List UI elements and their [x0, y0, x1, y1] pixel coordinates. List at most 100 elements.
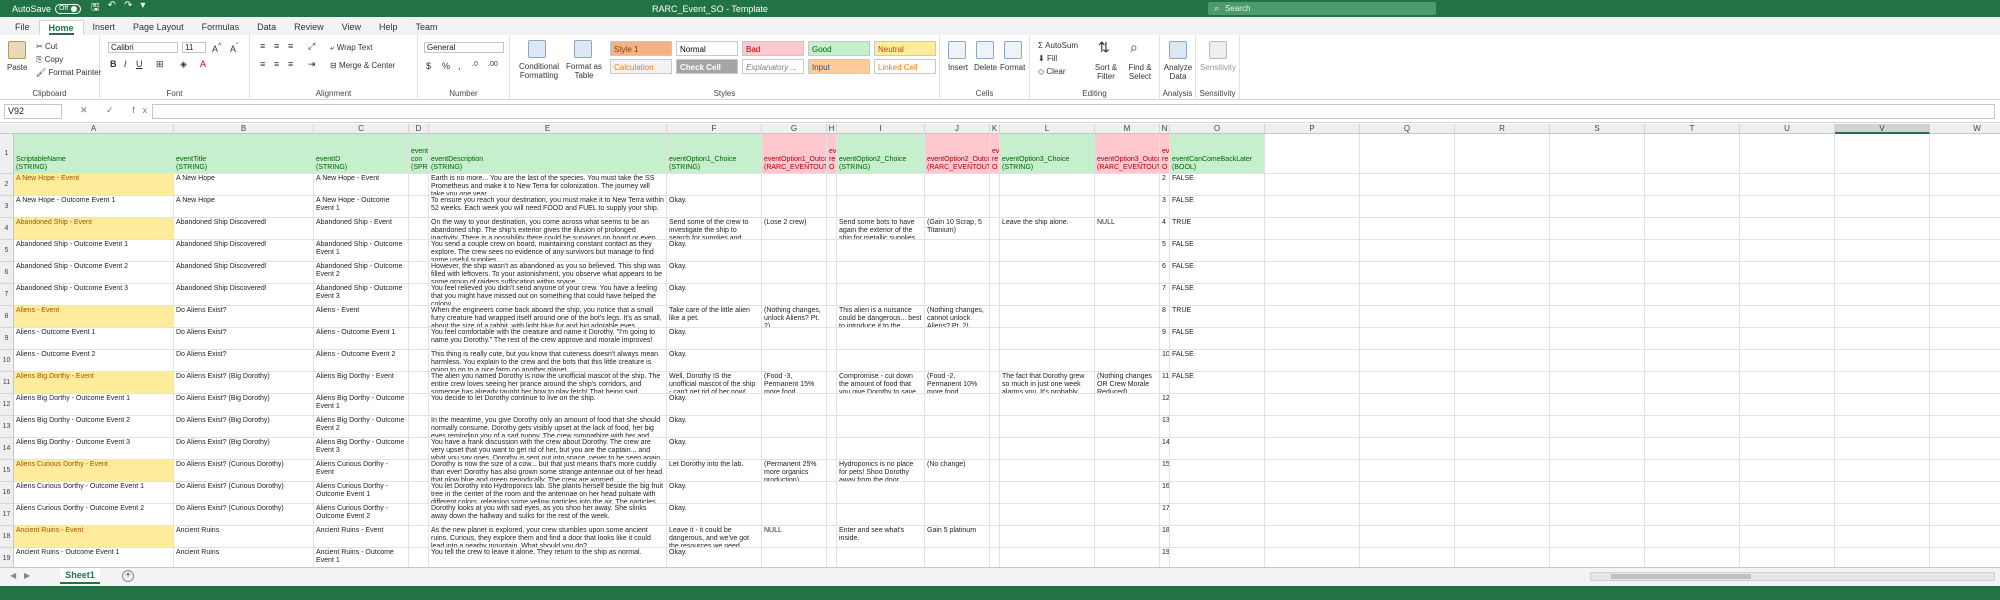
empty-cell[interactable] — [1645, 526, 1740, 548]
empty-cell[interactable] — [1740, 134, 1835, 174]
row-header[interactable]: 14 — [0, 438, 14, 460]
empty-cell[interactable] — [1360, 240, 1455, 262]
shrink-font-icon[interactable]: Aˇ — [230, 41, 239, 54]
empty-cell[interactable] — [827, 174, 837, 196]
empty-cell[interactable] — [990, 438, 1000, 460]
cell-o[interactable] — [1170, 460, 1265, 482]
empty-cell[interactable] — [409, 240, 429, 262]
empty-cell[interactable] — [1455, 306, 1550, 328]
cell-o[interactable]: TRUE — [1170, 306, 1265, 328]
undo-icon[interactable]: ↶ — [108, 0, 116, 17]
cell-f[interactable]: Well, Dorothy IS the unofficial mascot o… — [667, 372, 762, 394]
cell-l[interactable] — [1000, 526, 1095, 548]
empty-cell[interactable] — [409, 218, 429, 240]
cell-c[interactable]: Aliens Curious Dorthy - Outcome Event 1 — [314, 482, 409, 504]
empty-cell[interactable] — [1360, 548, 1455, 567]
header-cell[interactable]: event con (SPRITE) — [409, 134, 429, 174]
empty-cell[interactable] — [1550, 262, 1645, 284]
empty-cell[interactable] — [1835, 240, 1930, 262]
cell-c[interactable]: Ancient Ruins - Event — [314, 526, 409, 548]
empty-cell[interactable] — [1550, 350, 1645, 372]
empty-cell[interactable] — [1645, 262, 1740, 284]
column-header-w[interactable]: W — [1930, 124, 2000, 134]
empty-cell[interactable] — [1455, 134, 1550, 174]
empty-cell[interactable] — [990, 284, 1000, 306]
cell-m[interactable] — [1095, 526, 1160, 548]
cell-f[interactable]: Send some of the crew to investigate the… — [667, 218, 762, 240]
empty-cell[interactable] — [1550, 526, 1645, 548]
empty-cell[interactable] — [1930, 218, 2000, 240]
cell-n[interactable]: 11 — [1160, 372, 1170, 394]
cell-i[interactable] — [837, 284, 925, 306]
empty-cell[interactable] — [827, 526, 837, 548]
empty-cell[interactable] — [827, 284, 837, 306]
column-header-b[interactable]: B — [174, 124, 314, 134]
cell-c[interactable]: Ancient Ruins - Outcome Event 1 — [314, 548, 409, 567]
cell-o[interactable]: FALSE — [1170, 284, 1265, 306]
cell-b[interactable]: Abandoned Ship Discovered! — [174, 284, 314, 306]
align-right-icon[interactable]: ≡ — [288, 59, 293, 69]
sensitivity-icon[interactable] — [1209, 41, 1227, 59]
cell-l[interactable]: The fact that Dorothy grew so much in ju… — [1000, 372, 1095, 394]
empty-cell[interactable] — [827, 262, 837, 284]
cell-n[interactable]: 8 — [1160, 306, 1170, 328]
sheet-tab[interactable]: Sheet1 — [60, 568, 100, 584]
cell-e[interactable]: The alien you named Dorothy is now the u… — [429, 372, 667, 394]
cell-style-good[interactable]: Good — [808, 41, 870, 56]
empty-cell[interactable] — [1740, 394, 1835, 416]
empty-cell[interactable] — [1930, 306, 2000, 328]
empty-cell[interactable] — [1265, 350, 1360, 372]
empty-cell[interactable] — [1645, 240, 1740, 262]
header-cell[interactable]: eventOption1_Choice (STRING) — [667, 134, 762, 174]
cell-l[interactable] — [1000, 504, 1095, 526]
cell-c[interactable]: Aliens Curious Dorthy - Event — [314, 460, 409, 482]
cell-l[interactable] — [1000, 482, 1095, 504]
align-middle-icon[interactable]: ≡ — [274, 41, 279, 51]
increase-decimal-icon[interactable]: .0 — [472, 61, 478, 68]
empty-cell[interactable] — [1550, 218, 1645, 240]
cell-b[interactable]: Do Aliens Exist? — [174, 350, 314, 372]
decrease-decimal-icon[interactable]: .00 — [488, 61, 498, 68]
cell-m[interactable] — [1095, 504, 1160, 526]
cell-l[interactable]: Leave the ship alone. — [1000, 218, 1095, 240]
cell-g[interactable] — [762, 438, 827, 460]
empty-cell[interactable] — [1930, 134, 2000, 174]
cell-n[interactable]: 6 — [1160, 262, 1170, 284]
header-cell[interactable]: eventOption2_Choice (STRING) — [837, 134, 925, 174]
cell-g[interactable] — [762, 416, 827, 438]
cell-b[interactable]: Abandoned Ship Discovered! — [174, 240, 314, 262]
row-header[interactable]: 3 — [0, 196, 14, 218]
format-as-table-button[interactable]: Format as Table — [562, 62, 606, 80]
cell-style-check-cell[interactable]: Check Cell — [676, 59, 738, 74]
cell-g[interactable] — [762, 482, 827, 504]
column-header-q[interactable]: Q — [1360, 124, 1455, 134]
cell-e[interactable]: Dorothy looks at you with sad eyes, as y… — [429, 504, 667, 526]
cell-j[interactable] — [925, 504, 990, 526]
cell-g[interactable]: NULL — [762, 526, 827, 548]
empty-cell[interactable] — [1455, 218, 1550, 240]
cell-e[interactable]: You let Dorothy into Hydroponics lab. Sh… — [429, 482, 667, 504]
cell-b[interactable]: Do Aliens Exist? (Big Dorothy) — [174, 416, 314, 438]
column-header-f[interactable]: F — [667, 124, 762, 134]
empty-cell[interactable] — [1360, 328, 1455, 350]
empty-cell[interactable] — [1740, 350, 1835, 372]
empty-cell[interactable] — [409, 372, 429, 394]
cell-g[interactable] — [762, 196, 827, 218]
cell-b[interactable]: Do Aliens Exist? — [174, 306, 314, 328]
cell-o[interactable]: FALSE — [1170, 350, 1265, 372]
empty-cell[interactable] — [1835, 526, 1930, 548]
cell-o[interactable]: FALSE — [1170, 262, 1265, 284]
cell-i[interactable] — [837, 240, 925, 262]
sort-filter-icon[interactable]: ⇅ — [1098, 39, 1110, 56]
empty-cell[interactable] — [990, 504, 1000, 526]
empty-cell[interactable] — [1550, 460, 1645, 482]
empty-cell[interactable] — [827, 438, 837, 460]
cell-n[interactable]: 4 — [1160, 218, 1170, 240]
empty-cell[interactable] — [1360, 284, 1455, 306]
empty-cell[interactable] — [1930, 416, 2000, 438]
cell-m[interactable] — [1095, 306, 1160, 328]
empty-cell[interactable] — [1265, 284, 1360, 306]
italic-icon[interactable]: I — [124, 59, 127, 69]
empty-cell[interactable] — [1645, 218, 1740, 240]
column-header-r[interactable]: R — [1455, 124, 1550, 134]
